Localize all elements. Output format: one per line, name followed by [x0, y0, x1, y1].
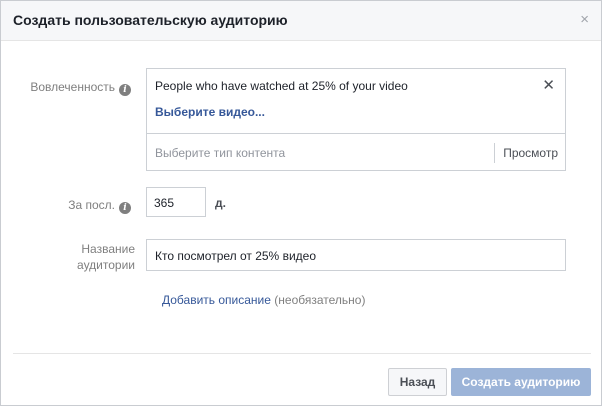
- content-type-placeholder: Выберите тип контента: [155, 146, 286, 160]
- close-icon[interactable]: ×: [580, 12, 589, 28]
- info-icon[interactable]: i: [119, 84, 131, 96]
- retention-days-input[interactable]: 365: [146, 187, 206, 217]
- back-button[interactable]: Назад: [388, 368, 447, 396]
- engagement-rule-text: People who have watched at 25% of your v…: [155, 79, 408, 93]
- remove-icon[interactable]: ✕: [542, 76, 555, 94]
- engagement-label: Вовлеченность i: [21, 79, 131, 96]
- add-description: Добавить описание (необязательно): [162, 293, 365, 307]
- preview-button[interactable]: Просмотр: [494, 143, 565, 163]
- retention-label: За посл. i: [21, 197, 131, 214]
- engagement-label-text: Вовлеченность: [30, 80, 115, 94]
- create-audience-button[interactable]: Создать аудиторию: [451, 368, 591, 396]
- audience-name-label-line1: Название: [81, 242, 135, 256]
- dialog-header: Создать пользовательскую аудиторию ×: [1, 1, 601, 41]
- retention-days-unit: д.: [215, 196, 226, 210]
- dialog-title: Создать пользовательскую аудиторию: [13, 12, 288, 28]
- add-description-link[interactable]: Добавить описание: [162, 293, 271, 307]
- select-video-link[interactable]: Выберите видео...: [155, 105, 265, 119]
- audience-name-label: Название аудитории: [21, 241, 135, 273]
- create-custom-audience-dialog: Создать пользовательскую аудиторию × Вов…: [0, 0, 602, 406]
- content-type-select[interactable]: Выберите тип контента Просмотр: [146, 133, 566, 171]
- audience-name-input[interactable]: Кто посмотрел от 25% видео: [146, 239, 566, 271]
- retention-label-text: За посл.: [68, 198, 115, 212]
- footer-divider: [13, 353, 591, 354]
- engagement-rule-box: People who have watched at 25% of your v…: [146, 68, 566, 134]
- optional-hint: (необязательно): [274, 293, 366, 307]
- audience-name-label-line2: аудитории: [77, 258, 135, 272]
- info-icon[interactable]: i: [119, 202, 131, 214]
